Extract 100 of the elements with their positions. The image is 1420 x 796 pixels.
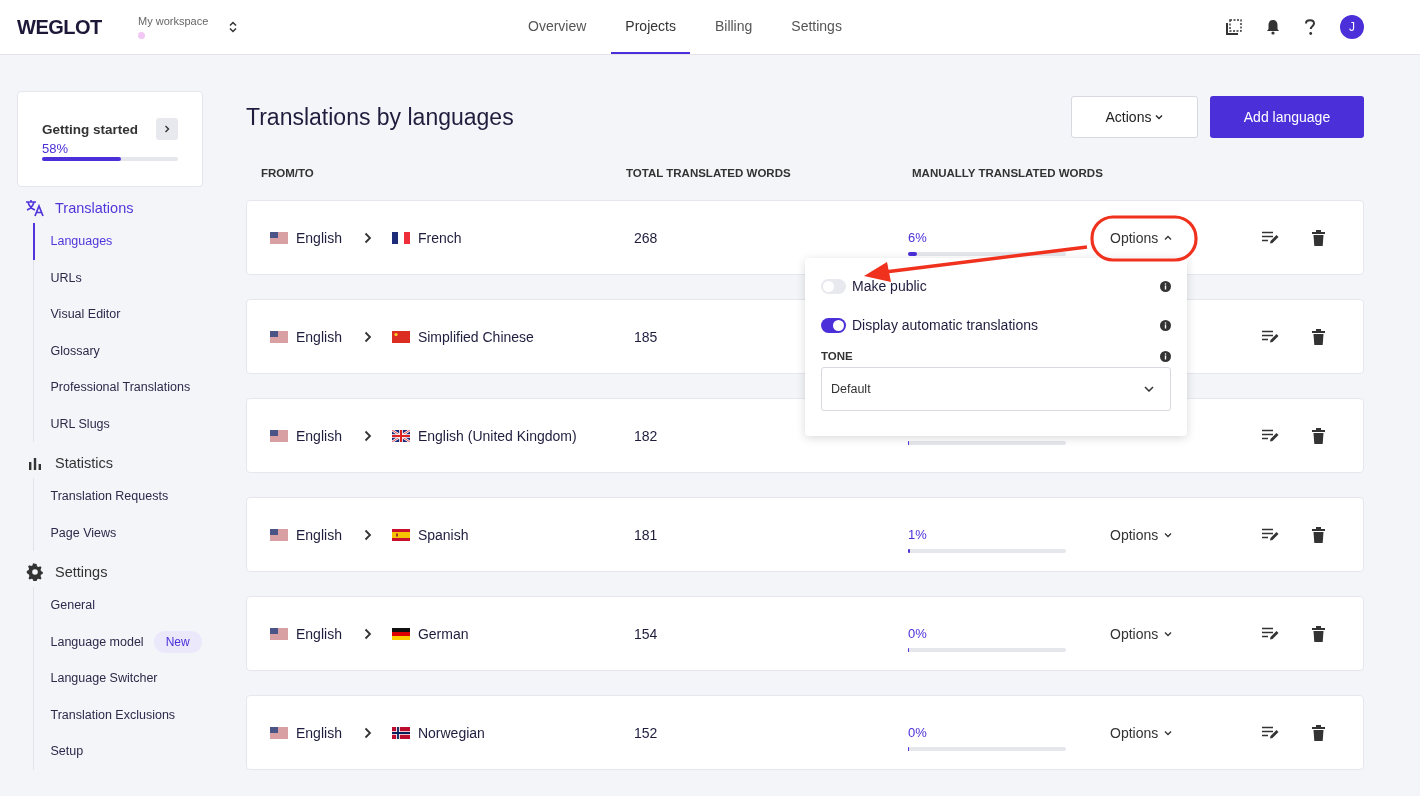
- edit-icon[interactable]: [1261, 627, 1279, 640]
- flag-icon: [270, 726, 288, 739]
- manual-percent: 1%: [908, 526, 928, 542]
- gear-icon: [25, 563, 45, 581]
- trash-icon[interactable]: [1311, 526, 1325, 543]
- workspace-label: My workspace: [138, 15, 210, 27]
- nav-item[interactable]: Language model: [32, 623, 144, 660]
- nav-group[interactable]: Statistics: [17, 448, 203, 478]
- nav-item[interactable]: Page Views: [32, 514, 117, 551]
- nav-item[interactable]: Glossary: [32, 332, 100, 369]
- trash-icon[interactable]: [1311, 427, 1325, 444]
- chevron-right-icon: [363, 627, 372, 640]
- manual-percent: 0%: [908, 724, 928, 740]
- flag-icon: [391, 726, 410, 739]
- expand-button[interactable]: [156, 118, 178, 140]
- add-language-button[interactable]: Add language: [1210, 96, 1364, 138]
- nav-group[interactable]: Settings: [17, 557, 203, 587]
- flag-icon: [270, 627, 288, 640]
- language-name: English: [296, 625, 342, 642]
- chevron-right-icon: [363, 528, 372, 541]
- chevron-right-icon: [363, 726, 372, 739]
- logo[interactable]: WEGLOT: [17, 15, 121, 39]
- options-button[interactable]: Options: [1110, 625, 1173, 642]
- getting-started-title: Getting started: [42, 121, 138, 137]
- nav-item[interactable]: URLs: [32, 259, 82, 296]
- nav-item[interactable]: Translation Exclusions: [32, 696, 176, 733]
- edit-icon[interactable]: [1261, 726, 1279, 739]
- language-name: Norwegian: [417, 724, 485, 741]
- chevron-down-icon: [1144, 386, 1154, 392]
- nav-item[interactable]: Setup: [32, 733, 84, 770]
- word-count: 182: [634, 427, 659, 444]
- new-badge: New: [153, 630, 202, 653]
- help-icon[interactable]: [1304, 18, 1316, 36]
- column-header: TOTAL TRANSLATED WORDS: [626, 167, 792, 181]
- caret-icon: [1164, 234, 1173, 241]
- caret-icon: [1155, 114, 1164, 120]
- nav-tab[interactable]: Billing: [700, 0, 767, 54]
- updown-icon[interactable]: [229, 21, 237, 33]
- avatar[interactable]: J: [1340, 15, 1364, 39]
- word-count: 154: [634, 625, 659, 642]
- getting-started-card[interactable]: Getting started 58%: [17, 91, 203, 187]
- nav-item[interactable]: Languages: [32, 223, 113, 260]
- nav-item[interactable]: Translation Requests: [32, 478, 169, 515]
- nav-item[interactable]: Visual Editor: [32, 296, 121, 333]
- language-name: English: [296, 427, 342, 444]
- manual-percent: 6%: [908, 229, 928, 245]
- word-count: 152: [634, 724, 659, 741]
- flag-icon: [391, 330, 410, 343]
- actions-button[interactable]: Actions: [1071, 96, 1198, 138]
- options-button[interactable]: Options: [1110, 526, 1173, 543]
- caret-icon: [1164, 531, 1173, 538]
- caret-icon: [1164, 630, 1173, 637]
- column-header: MANUALLY TRANSLATED WORDS: [912, 167, 1103, 181]
- language-name: German: [417, 625, 469, 642]
- chevron-right-icon: [363, 330, 372, 343]
- tone-select[interactable]: Default: [821, 367, 1171, 411]
- nav-item[interactable]: Professional Translations: [32, 369, 191, 406]
- edit-icon[interactable]: [1261, 330, 1279, 343]
- page-title: Translations by languages: [246, 103, 514, 131]
- toggle-label: Make public: [852, 278, 927, 294]
- flag-icon: [270, 231, 288, 244]
- nav-item[interactable]: General: [32, 587, 95, 624]
- info-icon[interactable]: [1160, 350, 1171, 362]
- language-name: English: [296, 526, 342, 543]
- nav-tab[interactable]: Settings: [777, 0, 856, 54]
- edit-icon[interactable]: [1261, 429, 1279, 442]
- flag-icon: [391, 429, 410, 442]
- language-name: English: [296, 328, 342, 345]
- edit-icon[interactable]: [1261, 528, 1279, 541]
- word-count: 185: [634, 328, 659, 345]
- nav-tab[interactable]: Overview: [514, 0, 601, 54]
- word-count: 181: [634, 526, 659, 543]
- trash-icon[interactable]: [1311, 724, 1325, 741]
- flag-icon: [391, 528, 410, 541]
- flag-icon: [270, 330, 288, 343]
- caret-icon: [1164, 729, 1173, 736]
- bell-icon[interactable]: [1266, 19, 1280, 35]
- edit-icon[interactable]: [1261, 231, 1279, 244]
- language-name: English: [296, 229, 342, 246]
- toggle-switch[interactable]: [821, 317, 846, 333]
- selection-icon[interactable]: [1226, 19, 1242, 35]
- trash-icon[interactable]: [1311, 625, 1325, 642]
- options-button[interactable]: Options: [1110, 724, 1173, 741]
- word-count: 268: [634, 229, 659, 246]
- nav-item[interactable]: URL Slugs: [32, 405, 110, 442]
- trash-icon[interactable]: [1311, 328, 1325, 345]
- flag-icon: [270, 429, 288, 442]
- info-icon[interactable]: [1160, 280, 1171, 292]
- translate-icon: [25, 199, 45, 217]
- manual-percent: 0%: [908, 625, 928, 641]
- nav-tab[interactable]: Projects: [611, 0, 690, 54]
- language-name: Simplified Chinese: [417, 328, 534, 345]
- flag-icon: [391, 627, 410, 640]
- nav-item[interactable]: Language Switcher: [32, 660, 158, 697]
- language-name: English (United Kingdom): [417, 427, 577, 444]
- info-icon[interactable]: [1160, 319, 1171, 331]
- nav-group[interactable]: Translations: [17, 193, 203, 223]
- toggle-label: Display automatic translations: [852, 317, 1038, 333]
- language-name: English: [296, 724, 342, 741]
- trash-icon[interactable]: [1311, 229, 1325, 246]
